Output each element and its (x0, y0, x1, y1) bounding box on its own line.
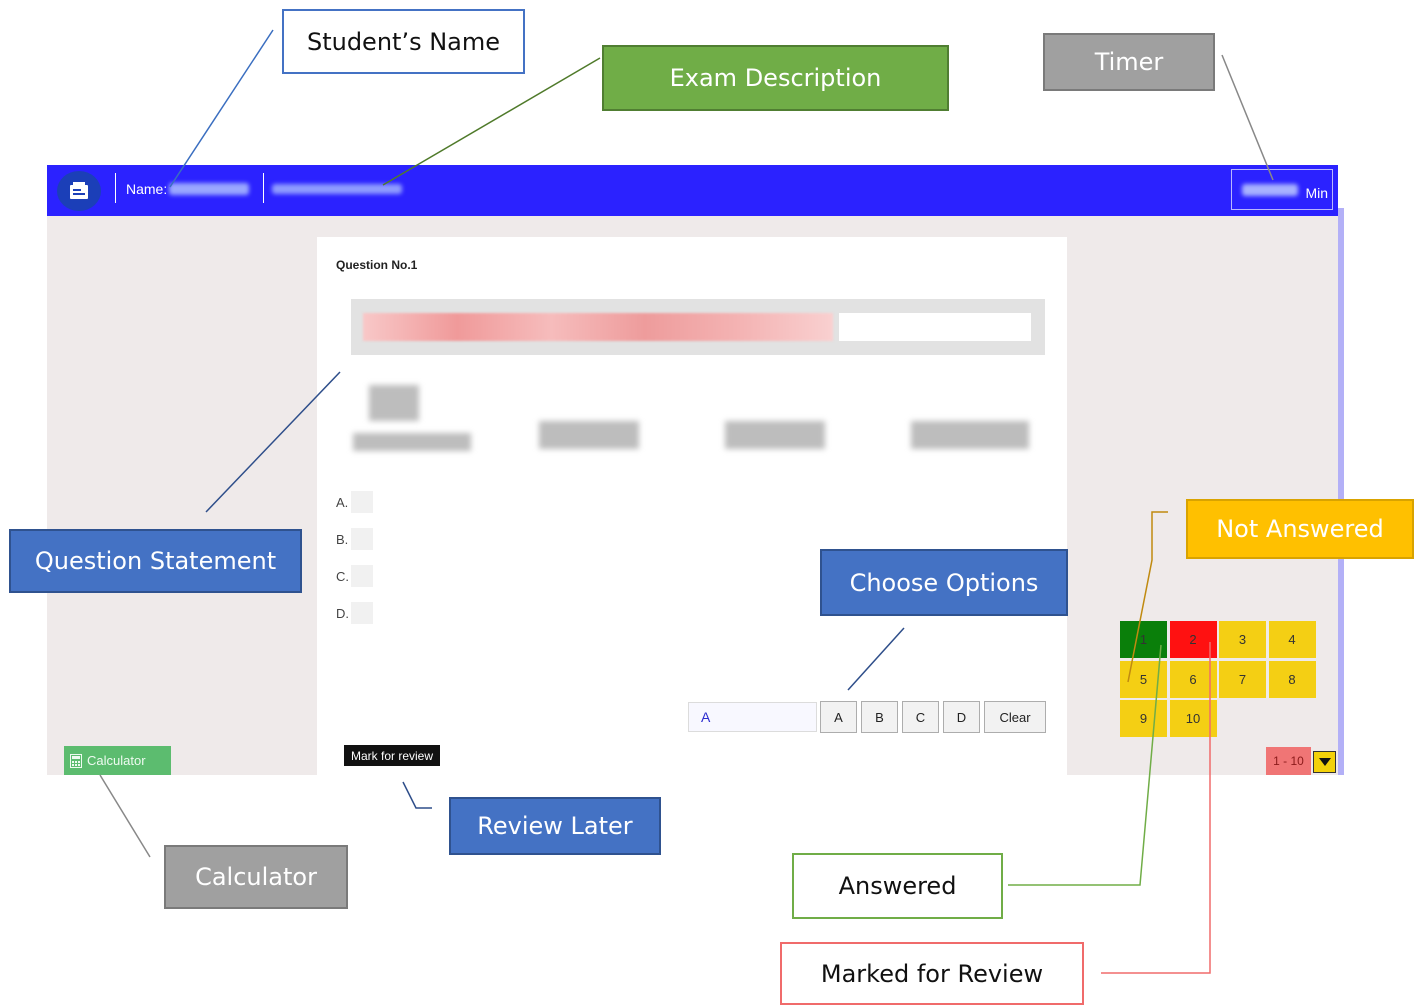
exam-description-redacted (272, 184, 402, 194)
option-c-text-redacted (351, 565, 373, 587)
student-name-redacted (169, 183, 249, 195)
page-down-button[interactable] (1313, 751, 1336, 773)
callout-answered: Answered (792, 853, 1003, 919)
timer: Min (1231, 169, 1333, 210)
blurred-figure (539, 421, 639, 449)
calculator-button[interactable]: Calculator (64, 746, 171, 775)
option-d-button[interactable]: D (943, 701, 980, 733)
option-a-button[interactable]: A (820, 701, 857, 733)
callout-not-answered: Not Answered (1186, 499, 1414, 559)
option-b-label: B. (336, 532, 349, 547)
chevron-down-icon (1318, 758, 1331, 766)
question-nav-item-8[interactable]: 8 (1268, 660, 1316, 698)
option-d-text-redacted (351, 602, 373, 624)
option-c-button[interactable]: C (902, 701, 939, 733)
timer-unit: Min (1305, 185, 1328, 201)
question-nav-item-3[interactable]: 3 (1219, 621, 1266, 658)
callout-question-statement: Question Statement (9, 529, 302, 593)
question-nav-item-10[interactable]: 10 (1169, 700, 1217, 737)
option-a-label: A. (336, 495, 349, 510)
question-statement-image (351, 299, 1045, 355)
question-title: Question No.1 (336, 258, 418, 272)
separator (115, 173, 116, 203)
option-d-label: D. (336, 606, 349, 621)
callout-students-name: Student’s Name (282, 9, 525, 74)
question-panel: Question No.1 A. B. C. D. A A B C D Clea… (317, 237, 1067, 775)
question-nav-item-4[interactable]: 4 (1268, 621, 1316, 658)
question-nav-item-9[interactable]: 9 (1120, 700, 1167, 737)
callout-choose-options: Choose Options (820, 549, 1068, 616)
blurred-figure (353, 433, 471, 451)
option-c-label: C. (336, 569, 349, 584)
callout-timer: Timer (1043, 33, 1215, 91)
scrollbar[interactable] (1338, 208, 1344, 775)
blurred-figure (369, 385, 419, 421)
clear-button[interactable]: Clear (984, 701, 1046, 733)
selected-answer-field[interactable]: A (688, 702, 817, 732)
callout-review-later: Review Later (449, 797, 661, 855)
calculator-label: Calculator (87, 753, 146, 768)
blurred-figure (725, 421, 825, 449)
callout-calculator: Calculator (164, 845, 348, 909)
callout-marked-for-review: Marked for Review (780, 942, 1084, 1005)
name-label: Name: (126, 181, 168, 197)
page-range-button[interactable]: 1 - 10 (1266, 747, 1311, 775)
exam-app: Name: Min Question No.1 A. B. C. D. A A (47, 165, 1344, 775)
option-b-button[interactable]: B (861, 701, 898, 733)
question-nav-item-5[interactable]: 5 (1120, 660, 1167, 698)
mark-for-review-button[interactable]: Mark for review (344, 745, 440, 766)
top-bar: Name: Min (47, 165, 1338, 216)
calculator-icon (70, 753, 82, 768)
separator (263, 173, 264, 203)
timer-value-redacted (1242, 184, 1298, 196)
question-nav-item-1[interactable]: 1 (1120, 621, 1167, 658)
callout-exam-description: Exam Description (602, 45, 949, 111)
question-nav-item-7[interactable]: 7 (1219, 660, 1266, 698)
blurred-figure (911, 421, 1029, 449)
exam-logo-icon (57, 171, 101, 211)
question-nav-item-6[interactable]: 6 (1169, 660, 1217, 698)
option-a-text-redacted (351, 491, 373, 513)
option-b-text-redacted (351, 528, 373, 550)
question-nav-item-2[interactable]: 2 (1169, 621, 1217, 658)
